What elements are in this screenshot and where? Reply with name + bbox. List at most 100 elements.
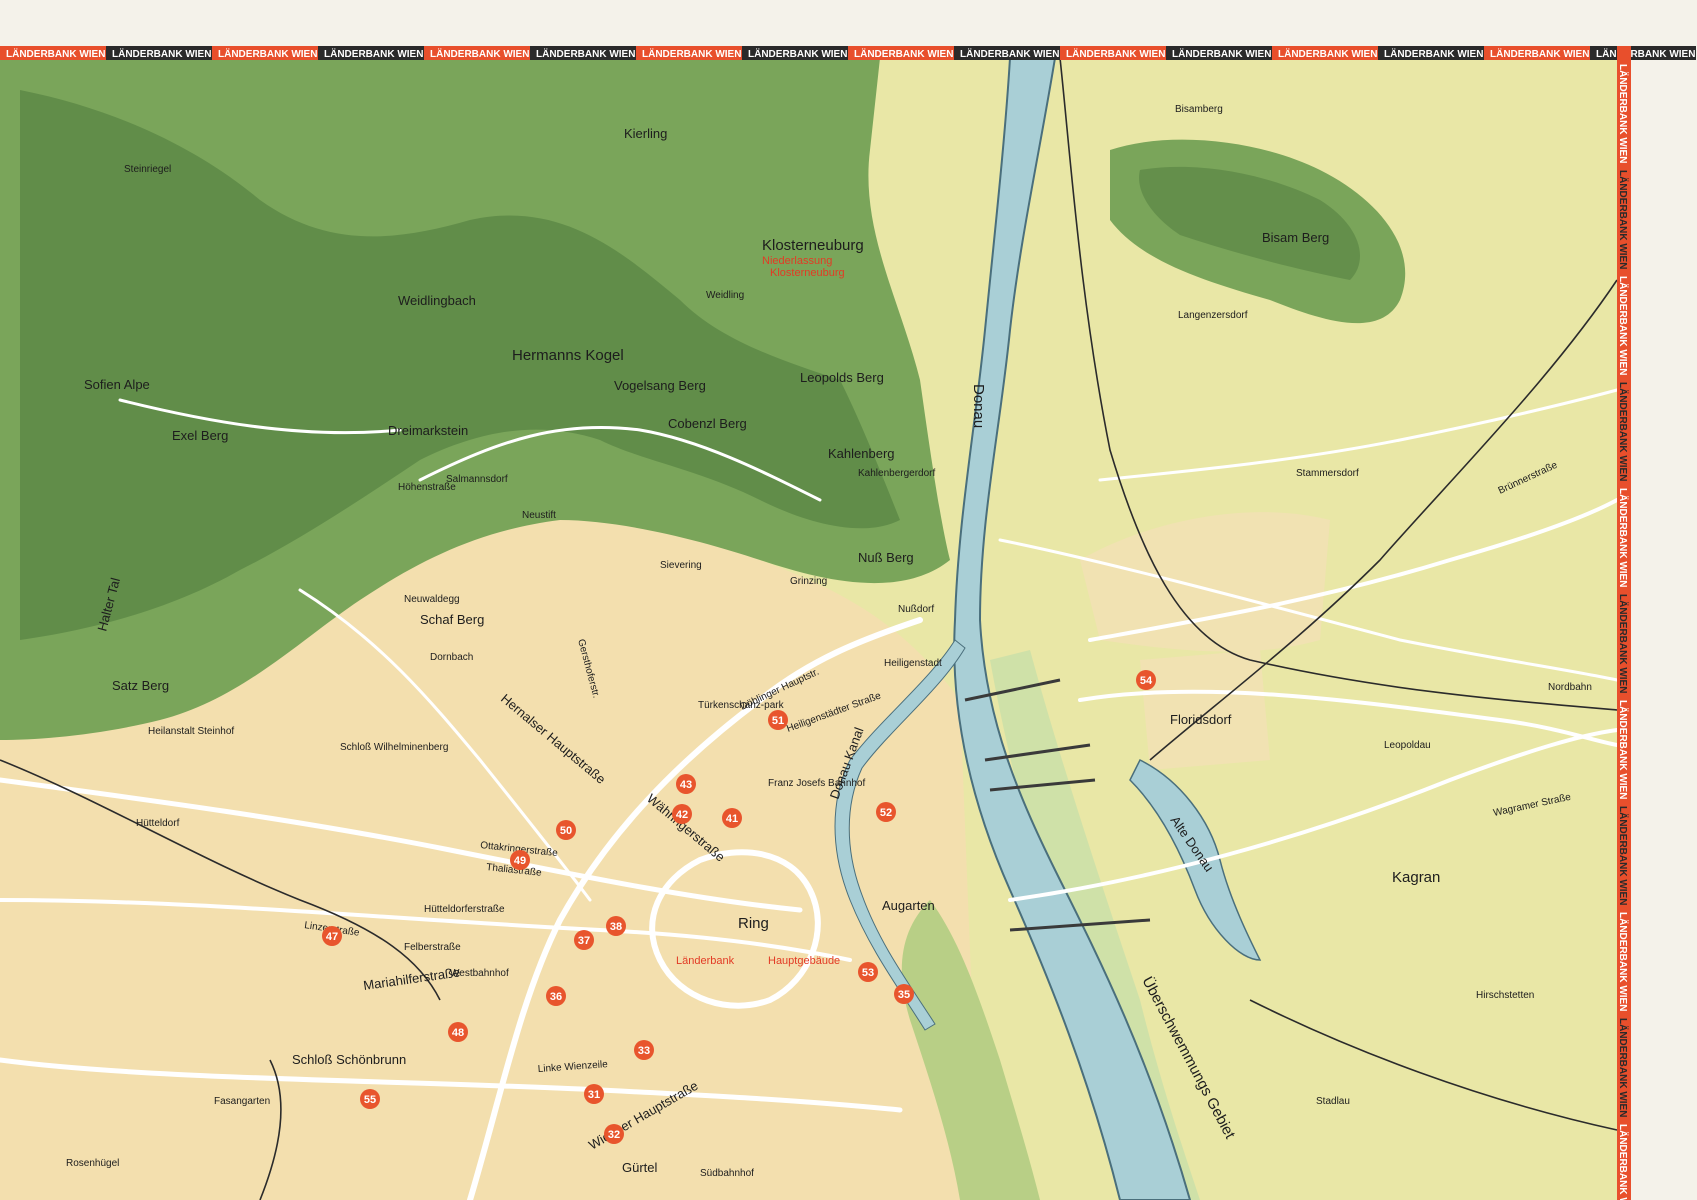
street-label-hoehenstrasse: Höhenstraße — [398, 482, 456, 493]
place-label-stammersdorf: Stammersdorf — [1296, 468, 1359, 479]
place-label-heiligenstadt: Heiligenstadt — [884, 658, 942, 669]
street-label-guertel: Gürtel — [622, 1160, 658, 1175]
place-label-huetteldorf: Hütteldorf — [136, 818, 180, 829]
hill-label-sofien-alpe: Sofien Alpe — [84, 377, 150, 392]
hill-label-schaf-berg: Schaf Berg — [420, 612, 484, 627]
place-label-neuwaldegg: Neuwaldegg — [404, 594, 460, 605]
place-label-fasangarten: Fasangarten — [214, 1096, 270, 1107]
water-label-donau: Donau — [970, 384, 987, 428]
border-band-text: LÄNDERBANK WIEN — [1617, 1124, 1630, 1200]
street-label-felberstrasse: Felberstraße — [404, 942, 461, 953]
place-label-augarten: Augarten — [882, 898, 935, 913]
border-band-text: LÄNDERBANK WIEN — [642, 47, 741, 60]
badge-number: 53 — [862, 967, 874, 979]
border-band-text: LÄNDERBANK WIEN — [1066, 47, 1165, 60]
badge-number: 33 — [638, 1045, 650, 1057]
border-band-text: LÄNDERBANK WIEN — [748, 47, 847, 60]
bank-label-klosterneuburg: Klosterneuburg — [770, 267, 845, 279]
hill-label-kierling: Kierling — [624, 126, 667, 141]
badge-number: 48 — [452, 1027, 464, 1039]
hill-label-satz-berg: Satz Berg — [112, 678, 169, 693]
border-band-text: LÄNDERBANK WIEN — [1617, 64, 1630, 163]
badge-number: 32 — [608, 1129, 620, 1141]
border-band-text: LÄNDERBANK WIEN — [112, 47, 211, 60]
bank-label-laenderbank: Länderbank — [676, 955, 735, 967]
border-band-text: LÄNDERBANK WIEN — [430, 47, 529, 60]
place-label-rosenhuegel: Rosenhügel — [66, 1158, 119, 1169]
hill-label-leopolds-berg: Leopolds Berg — [800, 370, 884, 385]
map-canvas: LÄNDERBANK WIEN LÄNDERBANK WIEN LÄNDERBANK… — [0, 0, 1697, 1200]
place-label-kagran: Kagran — [1392, 869, 1440, 886]
border-band-text: LÄNDERBANK WIEN — [1617, 1018, 1630, 1117]
bank-label-hauptgebaeude: Hauptgebäude — [768, 955, 840, 967]
place-label-dornbach: Dornbach — [430, 652, 473, 663]
place-label-floridsdorf: Floridsdorf — [1170, 712, 1232, 727]
border-band-text: LÄNDERBANK WIEN — [1617, 276, 1630, 375]
badge-number: 35 — [898, 989, 910, 1001]
badge-number: 49 — [514, 855, 526, 867]
vienna-panorama-map: LÄNDERBANK WIEN LÄNDERBANK WIEN LÄNDERBANK… — [0, 0, 1697, 1200]
place-label-sievering: Sievering — [660, 560, 702, 571]
badge-number: 31 — [588, 1089, 600, 1101]
border-band-text: LÄNDERBANK WIEN — [1596, 47, 1695, 60]
place-label-klosterneuburg: Klosterneuburg — [762, 237, 864, 254]
border-band-text: LÄNDERBANK WIEN — [960, 47, 1059, 60]
street-label-ring: Ring — [738, 915, 769, 932]
place-label-nordbahn: Nordbahn — [1548, 682, 1592, 693]
badge-number: 54 — [1140, 675, 1153, 687]
hill-label-dreimarkstein: Dreimarkstein — [388, 423, 468, 438]
hill-label-vogelsang-berg: Vogelsang Berg — [614, 378, 706, 393]
hill-label-bisam-berg: Bisam Berg — [1262, 230, 1329, 245]
hill-label-hermanns-kogel: Hermanns Kogel — [512, 347, 624, 364]
bank-label-niederlassung: Niederlassung — [762, 255, 832, 267]
border-band-text: LÄNDERBANK WIEN — [536, 47, 635, 60]
border-band-text: LÄNDERBANK WIEN — [1617, 594, 1630, 693]
place-label-neustift: Neustift — [522, 510, 556, 521]
border-band-text: LÄNDERBANK WIEN — [854, 47, 953, 60]
badge-number: 55 — [364, 1094, 376, 1106]
hill-label-exel-berg: Exel Berg — [172, 428, 228, 443]
hill-label-weidlingbach: Weidlingbach — [398, 293, 476, 308]
border-band-text: LÄNDERBANK WIEN — [1278, 47, 1377, 60]
badge-number: 43 — [680, 779, 692, 791]
border-band-text: LÄNDERBANK WIEN — [6, 47, 105, 60]
place-label-leopoldau: Leopoldau — [1384, 740, 1431, 751]
place-label-schloss-schoenbrunn: Schloß Schönbrunn — [292, 1052, 406, 1067]
border-band-top-labels: LÄNDERBANK WIEN LÄNDERBANK WIEN LÄNDERBANK… — [0, 46, 1696, 60]
place-label-grinzing: Grinzing — [790, 576, 827, 587]
badge-number: 42 — [676, 809, 688, 821]
place-label-nussdorf: Nußdorf — [898, 604, 934, 615]
border-band-text: LÄNDERBANK WIEN — [1617, 488, 1630, 587]
border-band-text: LÄNDERBANK WIEN — [1617, 806, 1630, 905]
hill-label-bisamberg: Bisamberg — [1175, 104, 1223, 115]
place-label-schloss-wilhelminenberg: Schloß Wilhelminenberg — [340, 742, 448, 753]
hill-label-steinriegel: Steinriegel — [124, 164, 171, 175]
badge-number: 47 — [326, 931, 338, 943]
place-label-langenzersdorf: Langenzersdorf — [1178, 310, 1248, 321]
hill-label-nuss-berg: Nuß Berg — [858, 550, 914, 565]
badge-number: 52 — [880, 807, 892, 819]
badge-number: 50 — [560, 825, 572, 837]
border-band-text: LÄNDERBANK WIEN — [1490, 47, 1589, 60]
place-label-franz-josefs-bahnhof: Franz Josefs Bahnhof — [768, 778, 865, 789]
badge-number: 51 — [772, 715, 784, 727]
badge-number: 41 — [726, 813, 738, 825]
badge-number: 36 — [550, 991, 562, 1003]
place-label-hirschstetten: Hirschstetten — [1476, 990, 1534, 1001]
border-band-text: LÄNDERBANK WIEN — [324, 47, 423, 60]
hill-label-kahlenberg: Kahlenberg — [828, 446, 895, 461]
badge-number: 37 — [578, 935, 590, 947]
border-band-right-labels: LÄNDERBANK WIEN LÄNDERBANK WIEN LÄNDERBANK… — [1617, 64, 1630, 1200]
border-band-text: LÄNDERBANK WIEN — [218, 47, 317, 60]
place-label-heilanstalt-steinhof: Heilanstalt Steinhof — [148, 726, 234, 737]
border-band-text: LÄNDERBANK WIEN — [1617, 700, 1630, 799]
border-band-text: LÄNDERBANK WIEN — [1617, 170, 1630, 269]
hill-label-cobenzl-berg: Cobenzl Berg — [668, 416, 747, 431]
place-label-suedbahnhof: Südbahnhof — [700, 1168, 754, 1179]
place-label-stadlau: Stadlau — [1316, 1096, 1350, 1107]
street-label-huetteldorferstrasse: Hütteldorferstraße — [424, 904, 505, 915]
place-label-weidling: Weidling — [706, 290, 744, 301]
place-label-kahlenbergerdorf: Kahlenbergerdorf — [858, 468, 935, 479]
border-band-text: LÄNDERBANK WIEN — [1617, 382, 1630, 481]
border-band-text: LÄNDERBANK WIEN — [1172, 47, 1271, 60]
